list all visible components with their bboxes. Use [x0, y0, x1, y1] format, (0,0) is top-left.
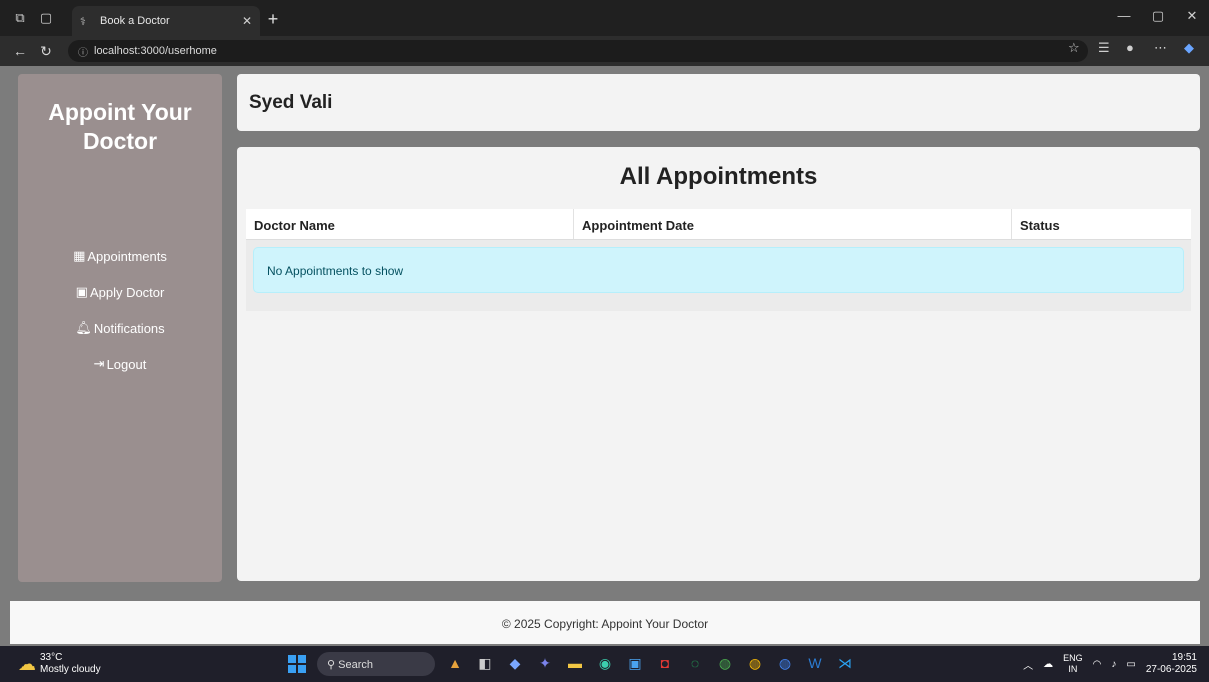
sidebar-item-label: Apply Doctor	[89, 284, 165, 300]
clock[interactable]: 19:51 27-06-2025	[1146, 652, 1197, 676]
user-name: Syed Vali	[249, 92, 333, 113]
region-code: IN	[1068, 664, 1078, 674]
url-text: localhost:3000/userhome	[94, 45, 217, 57]
tab-actions-icon[interactable]: ▢	[32, 4, 60, 32]
language-code: ENG	[1063, 653, 1083, 663]
volume-icon[interactable]: ♪	[1111, 659, 1116, 670]
temperature: 33°C	[40, 652, 63, 663]
taskbar-search[interactable]: ⚲ Search	[317, 652, 435, 676]
whatsapp-icon[interactable]: ◌	[684, 652, 706, 674]
browser-toolbar: ← ↻ ⓘ localhost:3000/userhome	[0, 36, 1209, 66]
logout-icon: ⇥	[93, 356, 105, 371]
sidebar-item-label: Appointments	[87, 248, 167, 264]
browser-tabbar: ⧉ ▢ ⚕ Book a Doctor ✕ + — ▢ ✕	[0, 0, 1209, 36]
sidebar-item-apply-doctor[interactable]: ▣ Apply Doctor	[18, 274, 222, 310]
sidebar-item-notifications[interactable]: 🔔︎ Notifications	[18, 310, 222, 346]
brand-title: Appoint Your Doctor	[48, 99, 192, 154]
favorite-star-icon[interactable]: ☆	[1068, 40, 1080, 56]
footer: © 2025 Copyright: Appoint Your Doctor	[10, 601, 1200, 644]
onedrive-icon[interactable]: ☁	[1043, 659, 1053, 670]
column-header-appointment-date: Appointment Date	[574, 209, 1012, 239]
table-header: Doctor Name Appointment Date Status	[246, 209, 1191, 240]
search-icon: ⚲	[327, 659, 336, 671]
taskbar-apps: ▲ ◧ ◆ ✦ ▬ ◉ ▣ ◘ ◌ ◍ ◍ ◍ W ⋊	[444, 652, 856, 674]
calendar-icon: ▦	[73, 248, 86, 263]
tab-favicon-icon: ⚕	[80, 15, 86, 28]
sidebar-nav: ▦ Appointments ▣ Apply Doctor 🔔︎ Notific…	[18, 238, 222, 382]
browser-tab[interactable]: ⚕ Book a Doctor ✕	[72, 6, 260, 36]
chrome-icon[interactable]: ◍	[714, 652, 736, 674]
workspaces-icon[interactable]: ⧉	[6, 4, 34, 32]
chrome-profile-icon[interactable]: ◍	[744, 652, 766, 674]
file-explorer-icon[interactable]: ▬	[564, 652, 586, 674]
sidebar-item-logout[interactable]: ⇥ Logout	[18, 346, 222, 382]
more-options-icon[interactable]: ⋯	[1154, 40, 1167, 56]
weather-condition: Mostly cloudy	[40, 664, 101, 675]
id-badge-icon: ▣	[75, 284, 88, 299]
appointments-panel: All Appointments Doctor Name Appointment…	[237, 147, 1200, 581]
minimize-icon[interactable]: —	[1112, 8, 1136, 23]
profile-icon[interactable]: ●	[1126, 40, 1134, 55]
appointments-table: Doctor Name Appointment Date Status No A…	[246, 209, 1191, 311]
empty-state-alert: No Appointments to show	[253, 247, 1184, 293]
date: 27-06-2025	[1145, 664, 1197, 675]
sidebar-item-appointments[interactable]: ▦ Appointments	[18, 238, 222, 274]
new-tab-icon[interactable]: +	[262, 8, 284, 30]
system-tray: ︿ ☁ ENG IN ◠ ♪ ▭ 19:51 27-06-2025	[1023, 652, 1197, 676]
sidebar-item-label: Notifications	[93, 320, 165, 336]
page-title: All Appointments	[619, 163, 818, 190]
wifi-icon[interactable]: ◠	[1093, 659, 1102, 670]
widgets-app-icon[interactable]: ▲	[444, 652, 466, 674]
search-placeholder: Search	[338, 659, 373, 671]
tab-title: Book a Doctor	[100, 15, 170, 27]
copilot-icon[interactable]: ◆	[1184, 40, 1194, 56]
back-icon[interactable]: ←	[8, 43, 32, 59]
windows-start-icon[interactable]	[288, 655, 306, 673]
app-page: Appoint Your Doctor ▦ Appointments ▣ App…	[0, 66, 1209, 646]
edge-icon[interactable]: ◉	[594, 652, 616, 674]
word-icon[interactable]: W	[804, 652, 826, 674]
weather-cloud-icon: ☁	[18, 653, 36, 674]
chrome-profile-2-icon[interactable]: ◍	[774, 652, 796, 674]
sidebar: Appoint Your Doctor ▦ Appointments ▣ App…	[18, 74, 222, 582]
language-indicator[interactable]: ENG IN	[1063, 653, 1083, 675]
tray-expand-icon[interactable]: ︿	[1023, 657, 1033, 672]
sidebar-item-label: Logout	[106, 356, 147, 372]
mcafee-icon[interactable]: ◘	[654, 652, 676, 674]
site-info-icon[interactable]: ⓘ	[78, 44, 88, 59]
bell-icon: 🔔︎	[75, 320, 92, 335]
close-tab-icon[interactable]: ✕	[242, 14, 252, 28]
refresh-icon[interactable]: ↻	[34, 43, 58, 60]
store-icon[interactable]: ▣	[624, 652, 646, 674]
teams-icon[interactable]: ✦	[534, 652, 556, 674]
time: 19:51	[1171, 652, 1197, 663]
os-taskbar: ☁ 33°C Mostly cloudy ⚲ Search ▲ ◧ ◆ ✦ ▬ …	[0, 646, 1209, 682]
maximize-icon[interactable]: ▢	[1146, 8, 1170, 24]
copilot-app-icon[interactable]: ◆	[504, 652, 526, 674]
battery-icon[interactable]: ▭	[1126, 659, 1135, 670]
user-header: Syed Vali	[237, 74, 1200, 131]
weather-widget[interactable]: ☁ 33°C Mostly cloudy	[18, 652, 101, 676]
task-view-icon[interactable]: ◧	[474, 652, 496, 674]
favorites-icon[interactable]: ☰	[1098, 40, 1110, 56]
column-header-doctor-name: Doctor Name	[246, 209, 574, 239]
vscode-icon[interactable]: ⋊	[834, 652, 856, 674]
close-window-icon[interactable]: ✕	[1180, 8, 1204, 24]
address-bar[interactable]: ⓘ localhost:3000/userhome	[68, 40, 1088, 62]
column-header-status: Status	[1020, 218, 1060, 233]
